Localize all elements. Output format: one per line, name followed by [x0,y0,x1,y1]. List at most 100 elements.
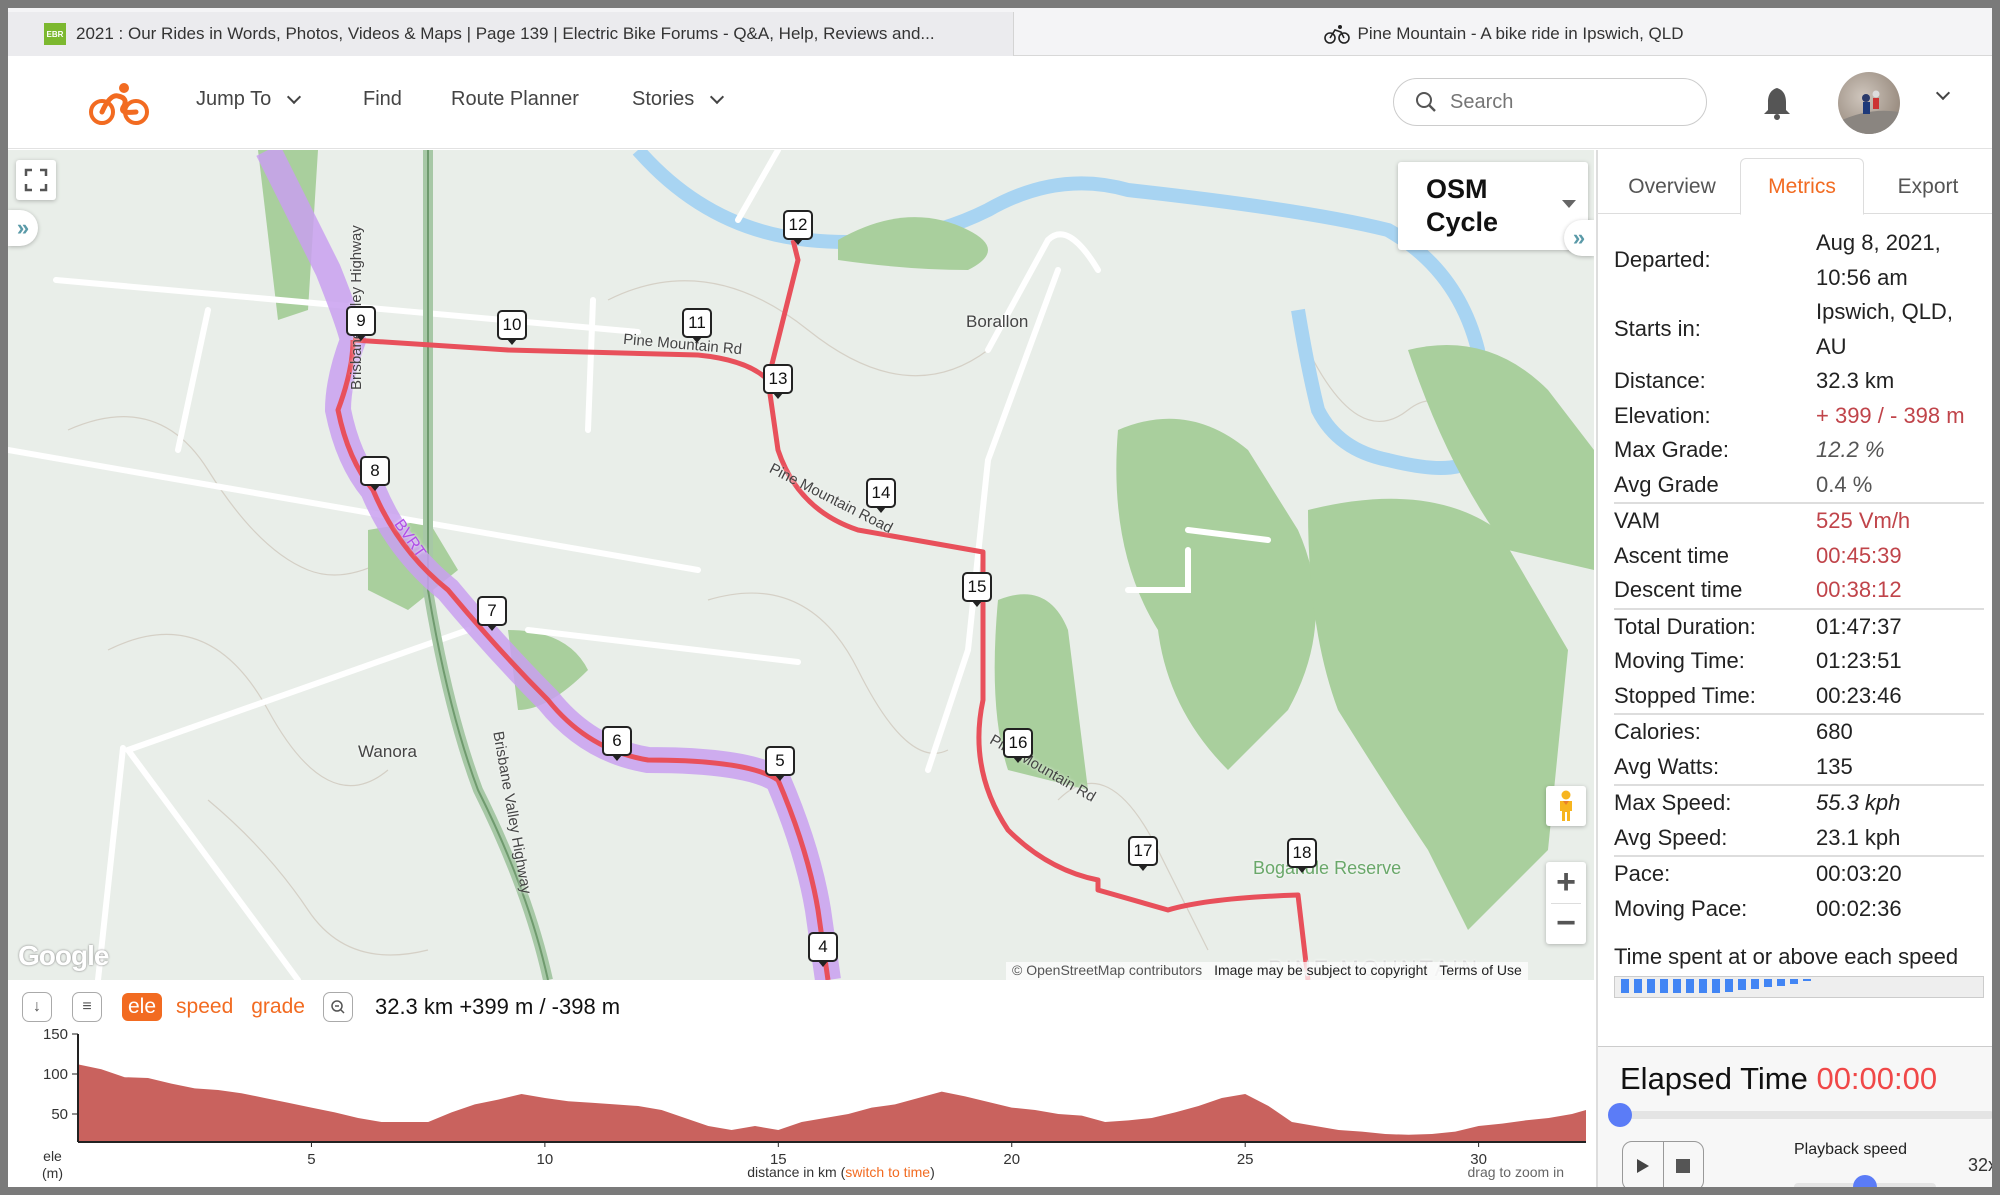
route-marker[interactable]: 14 [866,478,896,513]
departed-date: Aug 8, 2021, [1816,230,1941,255]
zoom-out-chart-button[interactable] [322,992,353,1022]
fullscreen-button[interactable] [16,160,56,200]
route-marker[interactable]: 10 [497,310,527,345]
browser-tab-ride[interactable]: Pine Mountain - A bike ride in Ipswich, … [1015,12,1992,56]
playback-buttons [1622,1141,1704,1187]
metric-value: 525 Vm/h [1816,508,1911,533]
switch-to-time-link[interactable]: switch to time [845,1164,930,1180]
collapse-panel-button[interactable]: » [1564,220,1594,256]
route-marker[interactable]: 8 [360,456,390,491]
stop-button[interactable] [1664,1142,1704,1187]
speed-histogram-bar [1660,979,1668,993]
nav-label: Route Planner [451,88,579,110]
departed-time: 10:56 am [1816,264,1908,290]
search-input[interactable] [1450,90,1690,114]
y-tick-label: 150 [43,1026,68,1043]
metric-max-speed: Max Speed: 55.3 kph [1614,786,1984,821]
zoom-in-button[interactable]: + [1546,863,1586,903]
metric-label: Max Speed: [1614,790,1732,815]
play-button[interactable] [1623,1142,1664,1187]
arrow-down-icon: ↓ [33,998,41,1015]
metric-value: 00:03:20 [1816,861,1902,886]
chevron-down-icon [710,89,725,104]
speed-histogram-bar [1621,979,1629,993]
ridewithgps-logo-icon[interactable] [88,80,150,126]
browser-tab-forum[interactable]: EBR 2021 : Our Rides in Words, Photos, V… [8,12,1014,56]
metric-label: Avg Speed: [1614,824,1728,850]
elevation-chart[interactable]: 50 100 150 5 10 15 20 25 30 [8,1024,1594,1164]
ebr-favicon-icon: EBR [44,23,66,45]
route-marker[interactable]: 18 [1287,838,1317,873]
playback-progress-handle[interactable] [1608,1103,1632,1127]
hamburger-icon: ≡ [82,998,92,1015]
notification-bell-icon[interactable] [1762,86,1792,120]
route-marker[interactable]: 6 [602,726,632,761]
metric-value: + 399 / - 398 m [1816,402,1965,428]
playback-progress-slider[interactable] [1618,1111,1992,1119]
speed-histogram-bar [1803,979,1811,982]
elevation-area [78,1064,1586,1142]
metric-value: Aug 8, 2021, 10:56 am [1816,226,1984,295]
metric-label: Avg Grade [1614,471,1719,497]
map-layer-select[interactable]: OSM Cycle [1398,162,1588,250]
metric-label: Calories: [1614,719,1701,744]
route-marker[interactable]: 16 [1003,728,1033,763]
route-marker[interactable]: 11 [682,308,712,343]
tab-export[interactable]: Export [1870,158,1986,215]
tab-overview[interactable]: Overview [1608,158,1736,215]
metric-value: 0.4 % [1816,471,1873,497]
street-view-pegman[interactable] [1546,786,1586,826]
osm-attribution[interactable]: © OpenStreetMap contributors [1006,962,1209,980]
route-marker[interactable]: 9 [346,306,376,341]
speed-histogram-bar [1738,979,1746,991]
metric-stopped-time: Stopped Time: 00:23:46 [1614,679,1984,714]
search-box[interactable] [1393,78,1707,126]
playback-speed-label: Playback speed [1794,1141,1907,1158]
nav-find[interactable]: Find [363,88,402,111]
map-label-borallon: Borallon [966,312,1029,331]
elapsed-time: Elapsed Time 00:00:00 [1620,1061,1937,1097]
mode-grade-button[interactable]: grade [251,995,305,1019]
speed-histogram [1614,976,1984,998]
menu-button[interactable]: ≡ [72,992,102,1022]
metric-value: 135 [1816,753,1853,779]
metric-label: Pace: [1614,861,1671,886]
route-marker[interactable]: 17 [1128,836,1158,871]
metric-value: 12.2 % [1816,437,1885,462]
user-avatar[interactable] [1838,72,1900,134]
elapsed-value: 00:00:00 [1816,1061,1938,1096]
metric-value: 00:23:46 [1816,682,1902,708]
route-marker[interactable]: 5 [765,746,795,781]
route-marker[interactable]: 4 [808,932,838,967]
nav-route-planner[interactable]: Route Planner [451,88,579,111]
nav-jump-to[interactable]: Jump To [196,88,302,111]
double-chevron-right-icon: » [1572,225,1586,250]
metric-ascent-time: Ascent time 00:45:39 [1614,539,1984,574]
tab-metrics[interactable]: Metrics [1740,158,1864,215]
x-tick-label: 5 [307,1151,315,1164]
speed-histogram-bar [1686,979,1694,993]
search-icon [1416,92,1436,112]
collapse-elevation-button[interactable]: ↓ [22,992,52,1022]
mode-speed-button[interactable]: speed [176,995,233,1019]
metric-calories: Calories: 680 [1614,715,1984,750]
double-chevron-right-icon: » [16,215,30,240]
terms-of-use-link[interactable]: Terms of Use [1433,962,1528,980]
elevation-panel: ↓ ≡ ele speed grade 32.3 km +399 m / -39… [8,980,1594,1187]
route-marker[interactable]: 7 [477,596,507,631]
route-marker[interactable]: 12 [783,210,813,245]
starts-country: AU [1816,333,1847,359]
route-map[interactable]: Borallon Wanora Bogandle Reserve Brisban… [8,150,1594,980]
y-axis-label-line1: ele [43,1148,62,1164]
route-marker[interactable]: 13 [763,364,793,399]
nav-stories[interactable]: Stories [632,88,725,111]
metric-value: 00:02:36 [1816,895,1902,921]
zoom-out-button[interactable]: − [1546,904,1586,944]
mode-ele-button[interactable]: ele [122,993,163,1021]
metric-distance: Distance: 32.3 km [1614,364,1984,399]
metric-label: Ascent time [1614,542,1729,568]
ride-details-panel: Overview Metrics Export Departed: Aug 8, … [1596,150,1992,1187]
route-marker[interactable]: 15 [962,572,992,607]
playback-speed-handle[interactable] [1853,1175,1877,1187]
chevron-down-icon[interactable] [1935,85,1951,101]
